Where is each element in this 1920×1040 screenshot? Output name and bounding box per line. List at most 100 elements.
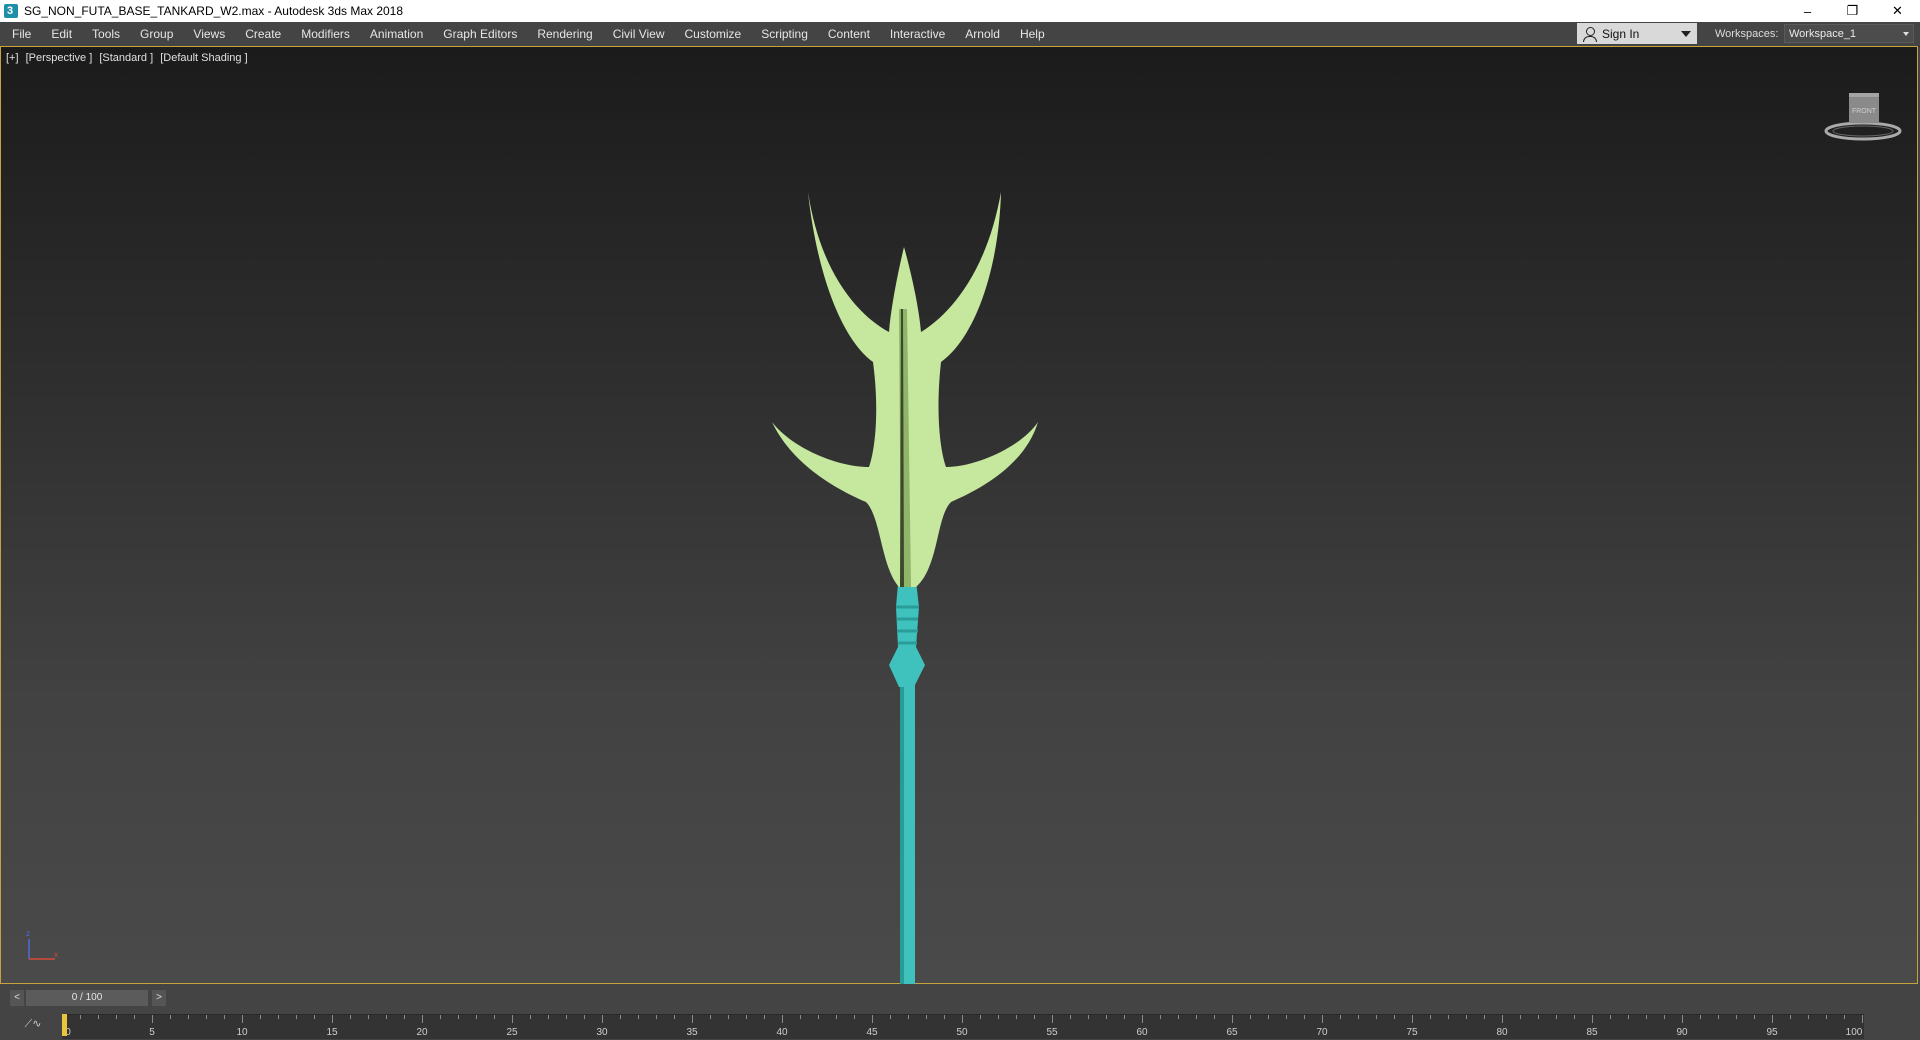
ruler-tick bbox=[1016, 1015, 1017, 1019]
ruler-tick bbox=[1574, 1015, 1575, 1019]
menu-graph-editors[interactable]: Graph Editors bbox=[433, 22, 527, 46]
ruler-tick bbox=[728, 1015, 729, 1019]
ruler-tick bbox=[980, 1015, 981, 1019]
menu-edit[interactable]: Edit bbox=[41, 22, 82, 46]
ruler-label: 5 bbox=[149, 1027, 155, 1038]
ruler-tick bbox=[944, 1015, 945, 1019]
ruler-tick bbox=[1088, 1015, 1089, 1019]
ruler-tick bbox=[1106, 1015, 1107, 1019]
ruler-tick bbox=[638, 1015, 639, 1019]
menu-views[interactable]: Views bbox=[183, 22, 235, 46]
frame-counter[interactable]: 0 / 100 bbox=[26, 990, 148, 1006]
maximize-button[interactable]: ❐ bbox=[1830, 0, 1875, 22]
ruler-tick bbox=[1322, 1015, 1323, 1023]
ruler-tick bbox=[1160, 1015, 1161, 1019]
ruler-tick bbox=[566, 1015, 567, 1019]
ruler-tick bbox=[1232, 1015, 1233, 1023]
perspective-viewport[interactable]: [+] [Perspective ] [Standard ] [Default … bbox=[0, 46, 1919, 985]
ruler-tick bbox=[1610, 1015, 1611, 1019]
chevron-down-icon bbox=[1681, 31, 1691, 37]
ruler-tick bbox=[1448, 1015, 1449, 1019]
ruler-tick bbox=[476, 1015, 477, 1019]
menu-bar: File Edit Tools Group Views Create Modif… bbox=[0, 22, 1920, 47]
ruler-label: 90 bbox=[1676, 1027, 1688, 1038]
ruler-tick bbox=[1070, 1015, 1071, 1019]
ruler-tick bbox=[1538, 1015, 1539, 1019]
menu-content[interactable]: Content bbox=[818, 22, 880, 46]
user-icon bbox=[1583, 26, 1597, 42]
ruler-tick bbox=[782, 1015, 783, 1023]
close-button[interactable]: ✕ bbox=[1875, 0, 1920, 22]
ruler-label: 10 bbox=[236, 1027, 248, 1038]
ruler-tick bbox=[620, 1015, 621, 1019]
ruler-label: 30 bbox=[596, 1027, 608, 1038]
ruler-tick bbox=[1466, 1015, 1467, 1019]
current-frame-marker[interactable] bbox=[62, 1014, 67, 1036]
ruler-tick bbox=[1844, 1015, 1845, 1019]
ruler-tick bbox=[656, 1015, 657, 1019]
menu-arnold[interactable]: Arnold bbox=[955, 22, 1010, 46]
ruler-tick bbox=[1772, 1015, 1773, 1023]
ruler-tick bbox=[224, 1015, 225, 1019]
ruler-tick bbox=[818, 1015, 819, 1019]
ruler-tick bbox=[1286, 1015, 1287, 1019]
spear-model[interactable] bbox=[1, 47, 1919, 985]
ruler-label: 50 bbox=[956, 1027, 968, 1038]
ruler-tick bbox=[80, 1015, 81, 1019]
ruler-tick bbox=[1664, 1015, 1665, 1019]
ruler-tick bbox=[170, 1015, 171, 1019]
menu-create[interactable]: Create bbox=[235, 22, 291, 46]
next-frame-button[interactable]: > bbox=[152, 990, 166, 1006]
ruler-tick bbox=[800, 1015, 801, 1019]
menu-file[interactable]: File bbox=[0, 22, 41, 46]
ruler-label: 40 bbox=[776, 1027, 788, 1038]
menu-scripting[interactable]: Scripting bbox=[751, 22, 818, 46]
ruler-tick bbox=[332, 1015, 333, 1023]
viewcube[interactable]: FRONT bbox=[1823, 87, 1903, 147]
menu-customize[interactable]: Customize bbox=[675, 22, 752, 46]
sign-in-label: Sign In bbox=[1602, 26, 1640, 41]
ruler-label: 60 bbox=[1136, 1027, 1148, 1038]
ruler-tick bbox=[1682, 1015, 1683, 1023]
workspaces-label: Workspaces: bbox=[1715, 28, 1779, 40]
ruler-tick bbox=[1052, 1015, 1053, 1023]
time-slider[interactable]: < 0 / 100 > bbox=[10, 990, 166, 1006]
workspace-select[interactable]: Workspace_1 bbox=[1784, 24, 1914, 43]
ruler-tick bbox=[674, 1015, 675, 1019]
ruler-tick bbox=[1502, 1015, 1503, 1023]
ruler-tick bbox=[548, 1015, 549, 1019]
minimize-button[interactable]: – bbox=[1785, 0, 1830, 22]
ruler-label: 65 bbox=[1226, 1027, 1238, 1038]
ruler-tick bbox=[746, 1015, 747, 1019]
prev-frame-button[interactable]: < bbox=[10, 990, 24, 1006]
menu-interactive[interactable]: Interactive bbox=[880, 22, 955, 46]
ruler-tick bbox=[1196, 1015, 1197, 1019]
menu-tools[interactable]: Tools bbox=[82, 22, 130, 46]
ruler-tick bbox=[1862, 1015, 1863, 1023]
ruler-label: 15 bbox=[326, 1027, 338, 1038]
ruler-tick bbox=[692, 1015, 693, 1023]
ruler-tick bbox=[1340, 1015, 1341, 1019]
svg-text:z: z bbox=[26, 929, 30, 938]
ruler-tick bbox=[1754, 1015, 1755, 1019]
ruler-tick bbox=[494, 1015, 495, 1019]
timeline-ruler[interactable]: 0 5 10 15 20 25 30 35 40 45 50 55 60 65 70 75 80 85 90 95 10… bbox=[62, 1014, 1864, 1039]
menu-modifiers[interactable]: Modifiers bbox=[291, 22, 360, 46]
ruler-tick bbox=[1178, 1015, 1179, 1019]
menu-animation[interactable]: Animation bbox=[360, 22, 433, 46]
ruler-label: 25 bbox=[506, 1027, 518, 1038]
curve-editor-toggle-icon[interactable]: ⟋∿ bbox=[18, 1014, 48, 1034]
ruler-tick bbox=[1214, 1015, 1215, 1019]
ruler-label: 70 bbox=[1316, 1027, 1328, 1038]
ruler-tick bbox=[908, 1015, 909, 1019]
ruler-tick bbox=[710, 1015, 711, 1019]
ruler-tick bbox=[584, 1015, 585, 1019]
ruler-tick bbox=[1790, 1015, 1791, 1019]
sign-in-dropdown[interactable]: Sign In bbox=[1577, 23, 1697, 44]
menu-rendering[interactable]: Rendering bbox=[527, 22, 602, 46]
ruler-tick bbox=[872, 1015, 873, 1023]
menu-group[interactable]: Group bbox=[130, 22, 183, 46]
menu-civil-view[interactable]: Civil View bbox=[603, 22, 675, 46]
menu-help[interactable]: Help bbox=[1010, 22, 1055, 46]
ruler-label: 95 bbox=[1766, 1027, 1778, 1038]
